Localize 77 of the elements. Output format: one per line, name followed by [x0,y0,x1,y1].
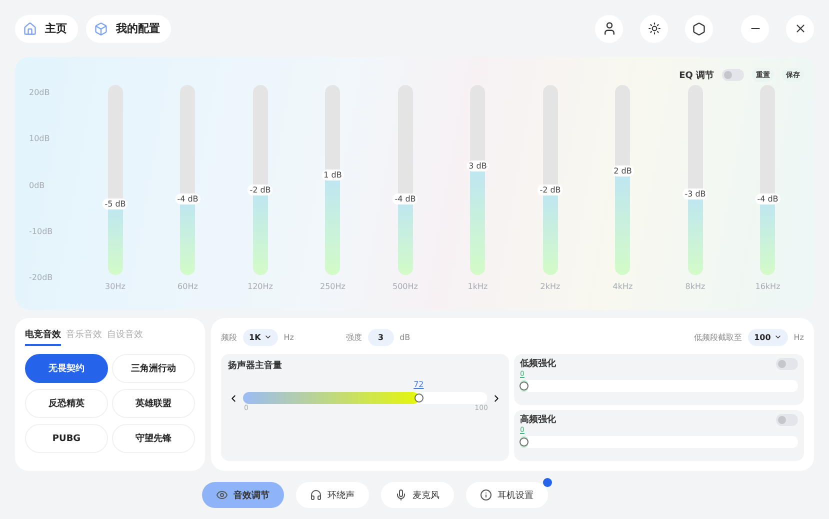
db-reading: -4 dB [175,194,200,204]
cutoff-label: 低频段截取至 [694,332,742,342]
boost-slider[interactable] [520,380,798,392]
headphones-icon [310,489,322,501]
boost-title: 低频强化 [520,358,556,370]
preset-button[interactable]: 无畏契约 [25,354,108,383]
frequency-label: 120Hz [248,282,273,291]
minimize-button[interactable] [741,14,769,42]
house-icon [23,22,37,36]
eq-toggle[interactable] [722,69,744,81]
db-reading: -4 dB [755,194,780,204]
eq-label: EQ 调节 [679,69,714,82]
user-icon [602,21,616,36]
frequency-label: 4kHz [612,282,633,291]
db-tick: -10dB [29,226,54,236]
db-tick: -20dB [29,273,54,282]
frequency-label: 1kHz [468,282,488,291]
chevron-down-icon [774,333,782,341]
brightness-button[interactable] [640,14,668,42]
volume-title: 扬声器主音量 [228,359,283,372]
preset-tab[interactable]: 电竞音效 [25,328,61,346]
microphone-icon [394,489,406,501]
frequency-label: 500Hz [392,282,418,291]
sun-icon [648,22,660,35]
db-reading: 1 dB [322,170,344,181]
frequency-label: 30Hz [105,282,126,291]
eq-slider[interactable] [325,85,340,275]
band-label: 频段 [221,332,237,342]
nav-tab[interactable]: 主页 [15,14,78,42]
boost-toggle[interactable] [776,414,798,426]
unit-label: Hz [794,332,804,342]
bottom-tab[interactable]: 环绕声 [296,482,368,508]
hexagon-icon [692,22,706,36]
settings-button[interactable] [685,14,713,42]
band-dropdown[interactable]: 1K [243,328,278,346]
preset-button[interactable]: 三角洲行动 [112,354,195,383]
db-tick: 20dB [29,88,51,97]
boost-title: 高频强化 [520,413,556,426]
bottom-tab[interactable]: 麦克风 [380,482,454,508]
preset-button[interactable]: PUBG [25,424,108,453]
eye-icon [216,489,228,501]
nav-tab[interactable]: 我的配置 [86,14,171,42]
db-reading: -4 dB [392,194,418,204]
bottom-tab[interactable]: 音效调节 [202,482,284,508]
cube-icon [94,22,108,36]
db-tick: 0dB [29,180,46,190]
boost-toggle[interactable] [776,358,798,370]
close-icon [794,22,806,35]
frequency-label: 2kHz [540,282,560,291]
unit-label: Hz [284,332,294,342]
preset-button[interactable]: 守望先锋 [112,424,195,453]
db-reading: -2 dB [248,184,273,195]
info-icon [480,489,492,501]
frequency-label: 8kHz [685,282,706,291]
eq-slider[interactable] [470,85,486,275]
db-reading: -5 dB [102,198,128,210]
notification-dot [542,478,552,487]
strength-field[interactable]: 3 [368,328,394,346]
frequency-label: 16kHz [755,282,780,291]
frequency-label: 250Hz [320,282,346,291]
preset-button[interactable]: 反恐精英 [25,389,108,418]
db-reading: -3 dB [682,188,708,200]
user-button[interactable] [595,14,623,42]
frequency-label: 60Hz [178,282,198,291]
close-button[interactable] [786,14,814,42]
eq-slider[interactable] [615,85,630,275]
db-reading: -2 dB [538,184,563,195]
preset-button[interactable]: 英雄联盟 [112,389,195,418]
db-tick: 10dB [29,134,51,144]
unit-label: dB [400,332,410,342]
strength-label: 强度 [346,332,362,342]
db-reading: 3 dB [466,160,489,172]
chevron-down-icon [264,333,272,341]
volume-reading: 72 [414,380,424,389]
cutoff-dropdown[interactable]: 100 [748,328,788,346]
db-reading: 2 dB [612,165,634,176]
boost-slider[interactable] [520,436,798,448]
